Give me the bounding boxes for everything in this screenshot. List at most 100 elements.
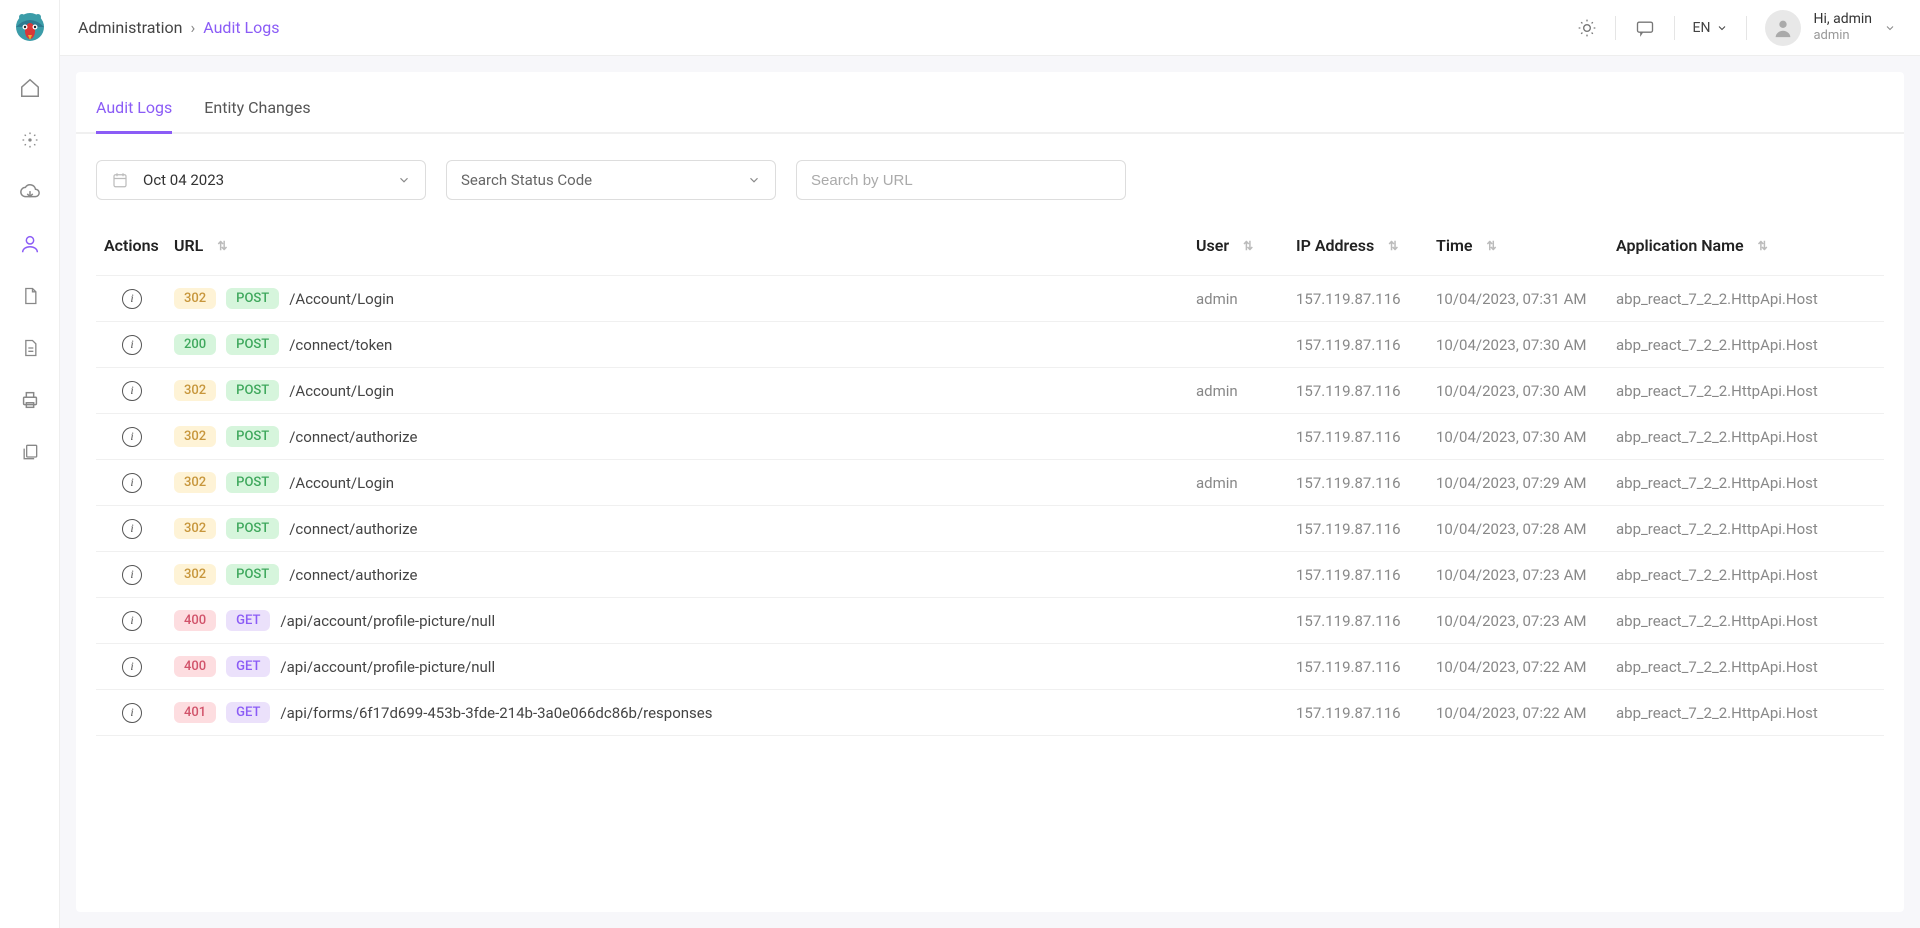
- tab-audit-logs[interactable]: Audit Logs: [96, 92, 172, 134]
- col-url[interactable]: URL ⇅: [174, 236, 1196, 255]
- app-logo[interactable]: [9, 8, 51, 50]
- table-row: i302POST/connect/authorize157.119.87.116…: [96, 505, 1884, 551]
- time-cell: 10/04/2023, 07:30 AM: [1436, 382, 1616, 400]
- url-search-input[interactable]: [811, 172, 1111, 189]
- url-search[interactable]: [796, 160, 1126, 200]
- nav-user-icon[interactable]: [16, 230, 44, 258]
- table-header: Actions URL ⇅ User ⇅ IP Address ⇅: [96, 226, 1884, 275]
- time-cell: 10/04/2023, 07:22 AM: [1436, 704, 1616, 722]
- chevron-down-icon: [747, 173, 761, 187]
- info-button[interactable]: i: [122, 519, 142, 539]
- method-badge: POST: [226, 472, 279, 493]
- app-cell: abp_react_7_2_2.HttpApi.Host: [1616, 520, 1876, 538]
- info-button[interactable]: i: [122, 427, 142, 447]
- method-badge: POST: [226, 288, 279, 309]
- app-cell: abp_react_7_2_2.HttpApi.Host: [1616, 428, 1876, 446]
- time-cell: 10/04/2023, 07:22 AM: [1436, 658, 1616, 676]
- info-button[interactable]: i: [122, 381, 142, 401]
- url-text: /Account/Login: [289, 382, 394, 400]
- url-text: /connect/authorize: [289, 520, 417, 538]
- time-cell: 10/04/2023, 07:30 AM: [1436, 428, 1616, 446]
- info-button[interactable]: i: [122, 473, 142, 493]
- url-text: /connect/authorize: [289, 428, 417, 446]
- date-filter[interactable]: Oct 04 2023: [96, 160, 426, 200]
- nav-cloud-icon[interactable]: [16, 178, 44, 206]
- avatar: [1765, 10, 1801, 46]
- breadcrumb-current: Audit Logs: [203, 18, 279, 37]
- col-app[interactable]: Application Name ⇅: [1616, 236, 1876, 255]
- nav-copy-icon[interactable]: [16, 438, 44, 466]
- calendar-icon: [111, 171, 129, 189]
- nav-document-icon[interactable]: [16, 282, 44, 310]
- nav-printer-icon[interactable]: [16, 386, 44, 414]
- sort-icon: ⇅: [1487, 239, 1497, 253]
- info-button[interactable]: i: [122, 657, 142, 677]
- breadcrumb-root[interactable]: Administration: [78, 18, 183, 37]
- col-actions: Actions: [104, 236, 174, 255]
- url-text: /Account/Login: [289, 474, 394, 492]
- app-cell: abp_react_7_2_2.HttpApi.Host: [1616, 336, 1876, 354]
- chat-icon[interactable]: [1634, 18, 1656, 38]
- url-text: /api/forms/6f17d699-453b-3fde-214b-3a0e0…: [280, 704, 712, 722]
- theme-toggle-icon[interactable]: [1577, 18, 1597, 38]
- breadcrumb-separator: ›: [190, 18, 195, 37]
- info-button[interactable]: i: [122, 289, 142, 309]
- method-badge: POST: [226, 334, 279, 355]
- table-row: i400GET/api/account/profile-picture/null…: [96, 597, 1884, 643]
- info-button[interactable]: i: [122, 611, 142, 631]
- status-badge: 400: [174, 656, 216, 677]
- topbar-divider: [1674, 16, 1675, 40]
- table-row: i400GET/api/account/profile-picture/null…: [96, 643, 1884, 689]
- tab-entity-changes[interactable]: Entity Changes: [204, 92, 310, 134]
- status-code-filter[interactable]: Search Status Code: [446, 160, 776, 200]
- nav-brightness-icon[interactable]: [16, 126, 44, 154]
- url-text: /Account/Login: [289, 290, 394, 308]
- ip-cell: 157.119.87.116: [1296, 428, 1436, 446]
- table-row: i 302 POST/connect/authorize 157.119.87.116…: [96, 413, 1884, 459]
- nav-document2-icon[interactable]: [16, 334, 44, 362]
- nav-home-icon[interactable]: [16, 74, 44, 102]
- ip-cell: 157.119.87.116: [1296, 658, 1436, 676]
- info-button[interactable]: i: [122, 565, 142, 585]
- app-cell: abp_react_7_2_2.HttpApi.Host: [1616, 382, 1876, 400]
- app-cell: abp_react_7_2_2.HttpApi.Host: [1616, 290, 1876, 308]
- method-badge: POST: [226, 426, 279, 447]
- status-placeholder: Search Status Code: [461, 171, 747, 189]
- ip-cell: 157.119.87.116: [1296, 290, 1436, 308]
- table-row: i302POST/connect/authorize157.119.87.116…: [96, 551, 1884, 597]
- status-badge: 302: [174, 380, 216, 401]
- app-cell: abp_react_7_2_2.HttpApi.Host: [1616, 658, 1876, 676]
- ip-cell: 157.119.87.116: [1296, 612, 1436, 630]
- table-row: i 302 POST/Account/Login admin157.119.87.11…: [96, 459, 1884, 505]
- url-text: /api/account/profile-picture/null: [280, 658, 495, 676]
- status-badge: 302: [174, 426, 216, 447]
- user-menu[interactable]: Hi, admin admin: [1765, 10, 1896, 46]
- breadcrumb: Administration › Audit Logs: [78, 18, 280, 37]
- chevron-down-icon: [397, 173, 411, 187]
- user-role: admin: [1813, 28, 1872, 45]
- info-button[interactable]: i: [122, 335, 142, 355]
- ip-cell: 157.119.87.116: [1296, 474, 1436, 492]
- status-badge: 401: [174, 702, 216, 723]
- method-badge: GET: [226, 610, 270, 631]
- url-text: /connect/token: [289, 336, 392, 354]
- col-time[interactable]: Time ⇅: [1436, 236, 1616, 255]
- status-badge: 302: [174, 472, 216, 493]
- col-ip[interactable]: IP Address ⇅: [1296, 236, 1436, 255]
- status-badge: 302: [174, 564, 216, 585]
- info-button[interactable]: i: [122, 703, 142, 723]
- language-selector[interactable]: EN: [1693, 20, 1729, 36]
- status-badge: 302: [174, 288, 216, 309]
- topbar-divider: [1746, 16, 1747, 40]
- table-row: i302POST/Account/Loginadmin157.119.87.11…: [96, 275, 1884, 321]
- table-row: i302POST/Account/Loginadmin157.119.87.11…: [96, 367, 1884, 413]
- table-row: i401GET/api/forms/6f17d699-453b-3fde-214…: [96, 689, 1884, 736]
- user-cell: admin: [1196, 382, 1296, 400]
- method-badge: POST: [226, 564, 279, 585]
- col-user[interactable]: User ⇅: [1196, 236, 1296, 255]
- sort-icon: ⇅: [1243, 239, 1253, 253]
- ip-cell: 157.119.87.116: [1296, 336, 1436, 354]
- app-cell: abp_react_7_2_2.HttpApi.Host: [1616, 474, 1876, 492]
- user-greeting: Hi, admin: [1813, 10, 1872, 28]
- user-cell: admin: [1196, 474, 1296, 492]
